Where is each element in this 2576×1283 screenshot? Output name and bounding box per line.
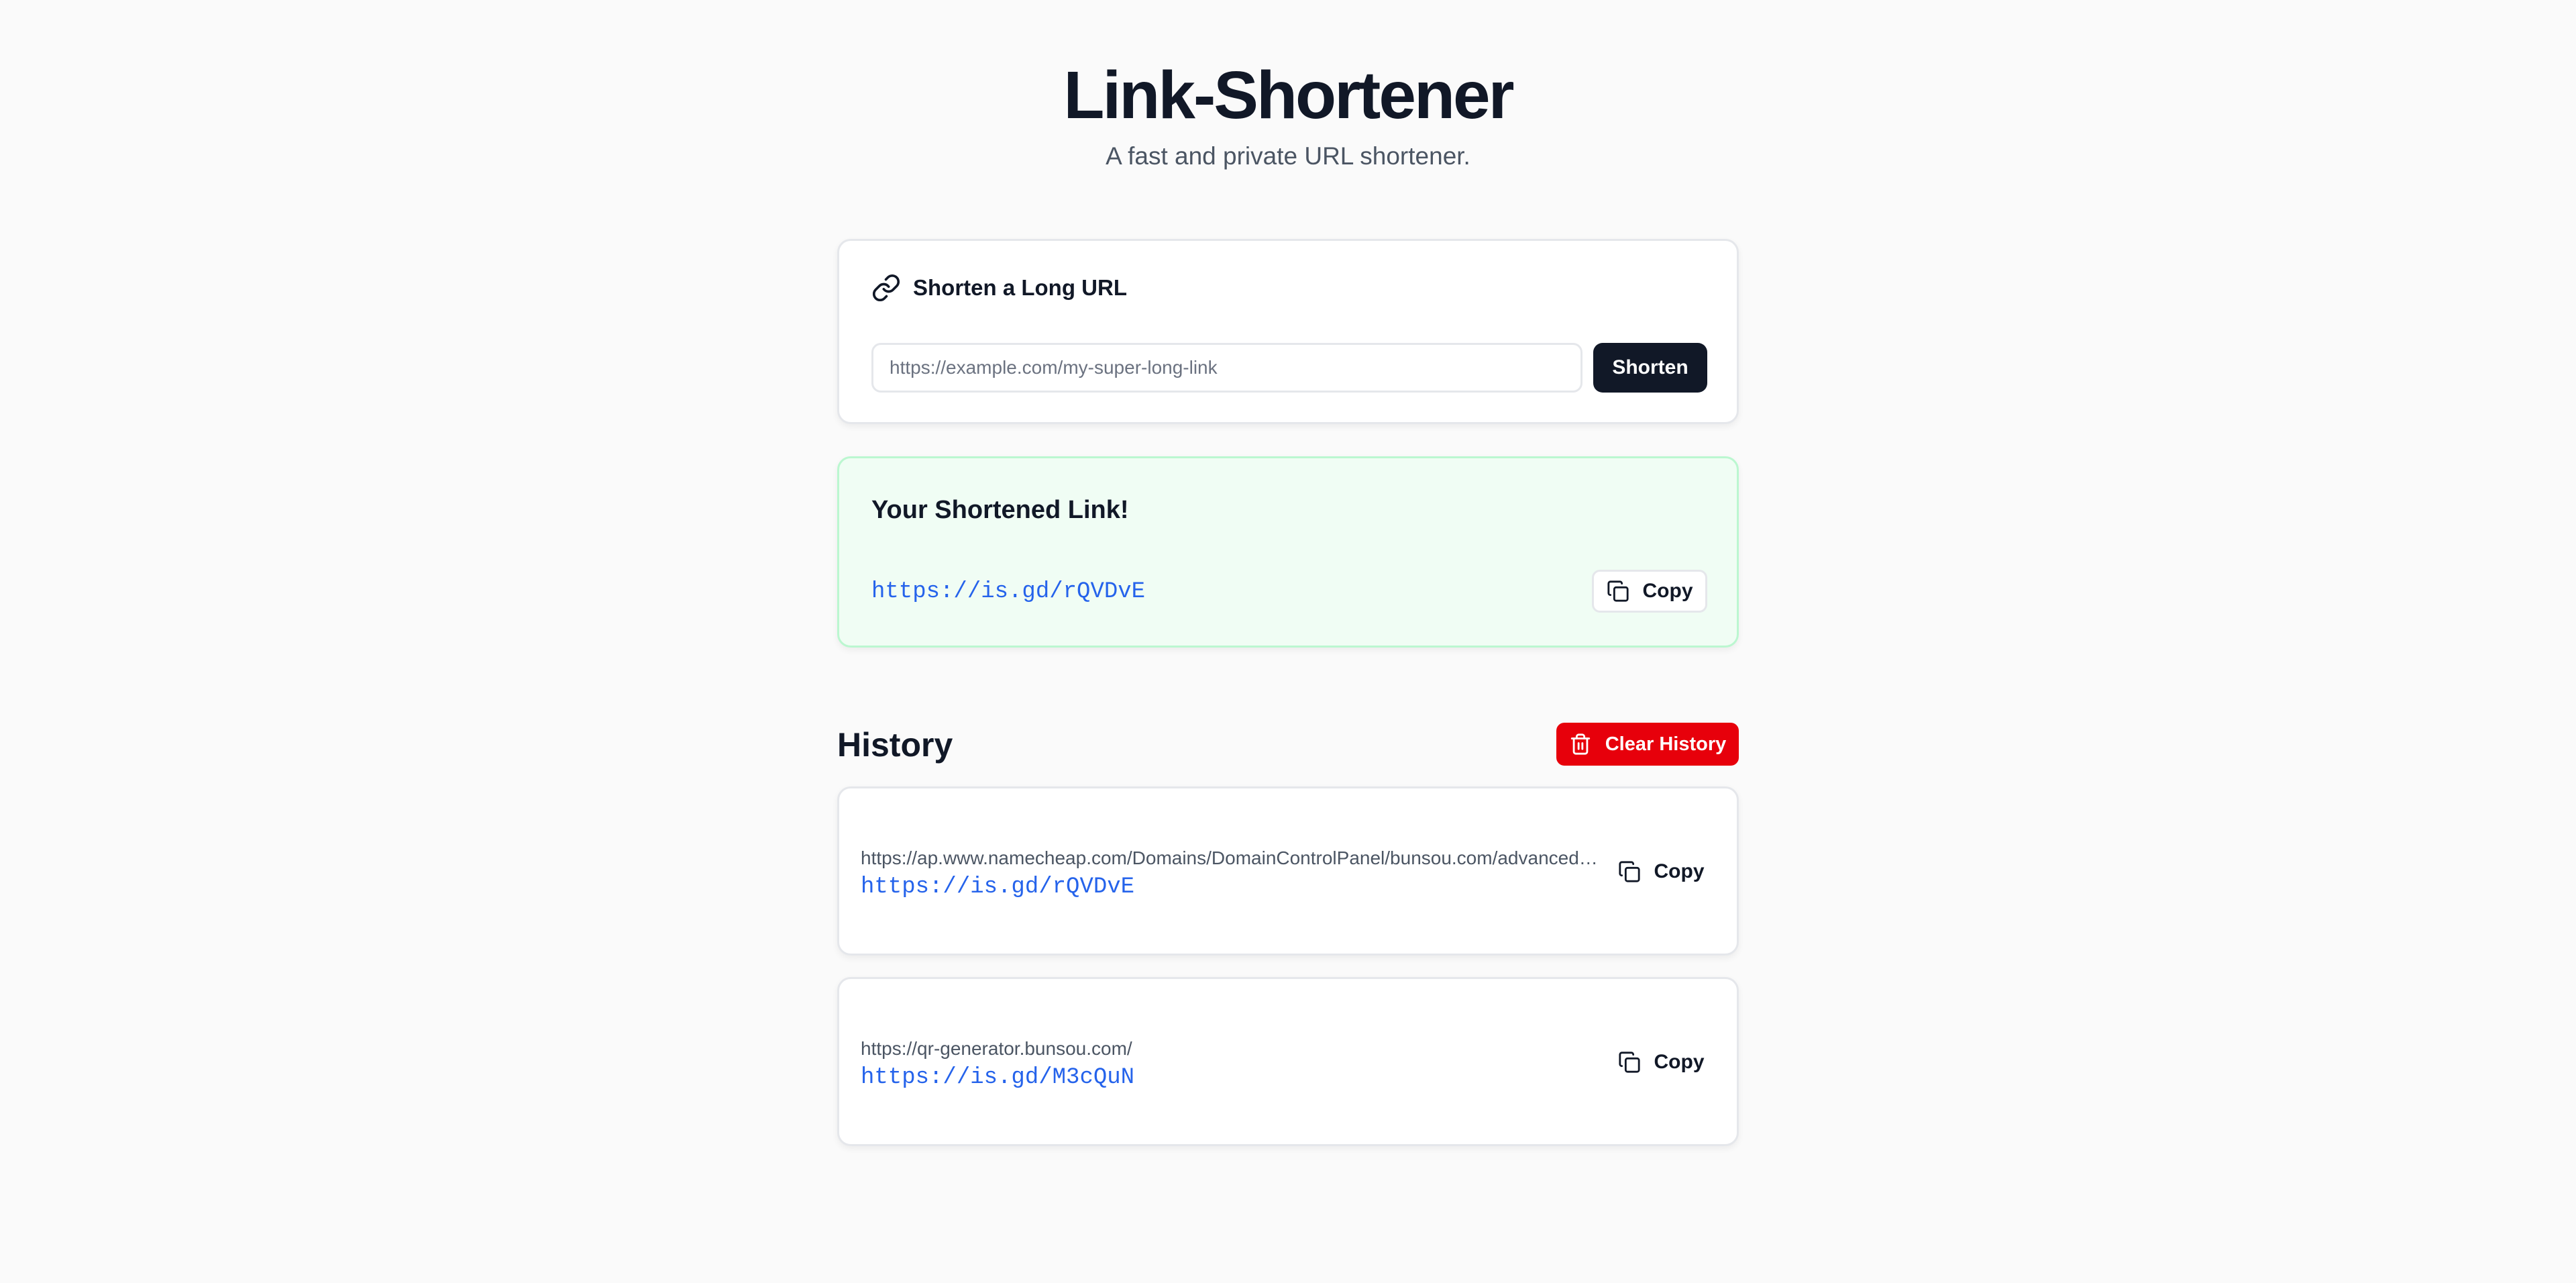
history-title: History [837, 726, 953, 764]
result-card: Your Shortened Link! https://is.gd/rQVDv… [837, 456, 1739, 648]
page-subtitle: A fast and private URL shortener. [1106, 142, 1470, 170]
history-original-url: https://ap.www.namecheap.com/Domains/Dom… [861, 848, 1599, 868]
shorten-card-title: Shorten a Long URL [913, 275, 1127, 300]
shorten-card-header: Shorten a Long URL [871, 273, 1127, 303]
url-input[interactable] [871, 343, 1582, 393]
shorten-button[interactable]: Shorten [1593, 343, 1707, 393]
history-copy-label: Copy [1654, 1051, 1705, 1073]
history-original-url: https://qr-generator.bunsou.com/ [861, 1038, 1132, 1059]
history-short-link[interactable]: https://is.gd/M3cQuN [861, 1062, 1134, 1093]
clear-history-label: Clear History [1605, 733, 1727, 755]
clear-history-button[interactable]: Clear History [1556, 723, 1739, 766]
page-title: Link-Shortener [1063, 58, 1514, 133]
history-item: https://qr-generator.bunsou.com/ https:/… [837, 977, 1739, 1146]
history-short-link[interactable]: https://is.gd/rQVDvE [861, 872, 1134, 903]
result-title: Your Shortened Link! [871, 496, 1129, 524]
copy-icon [1607, 580, 1629, 602]
history-copy-label: Copy [1654, 860, 1705, 882]
result-copy-button[interactable]: Copy [1592, 570, 1707, 613]
copy-icon [1618, 1051, 1640, 1073]
result-copy-label: Copy [1642, 580, 1693, 602]
result-short-link[interactable]: https://is.gd/rQVDvE [871, 576, 1145, 607]
trash-icon [1570, 733, 1590, 755]
history-copy-button[interactable]: Copy [1604, 1042, 1718, 1082]
link-icon [872, 274, 900, 302]
copy-icon [1618, 861, 1640, 882]
history-item: https://ap.www.namecheap.com/Domains/Dom… [837, 786, 1739, 956]
shorten-card: Shorten a Long URL Shorten [837, 239, 1739, 424]
history-copy-button[interactable]: Copy [1604, 852, 1718, 892]
